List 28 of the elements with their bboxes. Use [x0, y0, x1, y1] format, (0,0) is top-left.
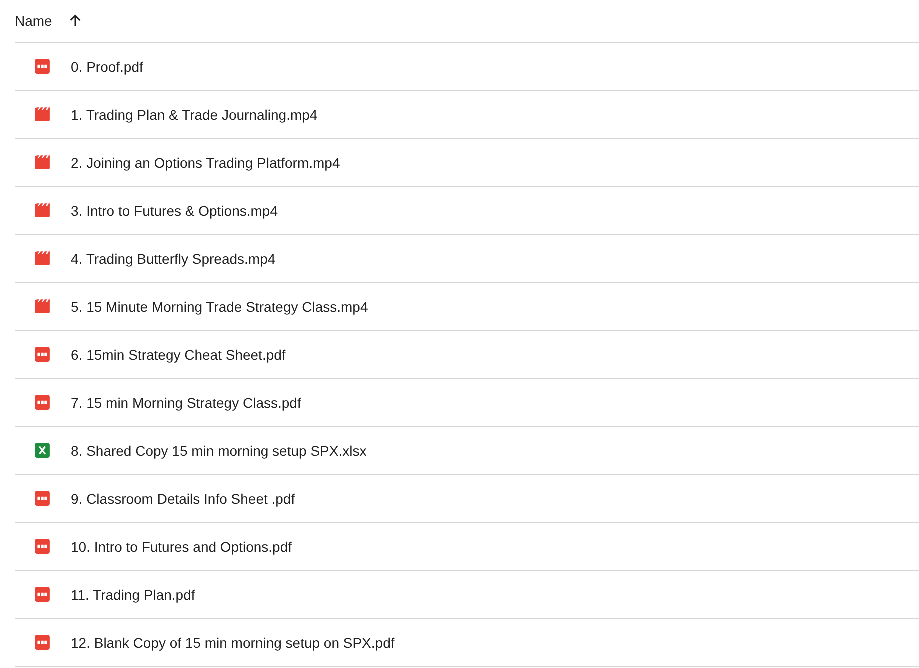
file-name[interactable]: 3. Intro to Futures & Options.mp4: [71, 202, 278, 218]
file-name[interactable]: 2. Joining an Options Trading Platform.mp4: [71, 154, 340, 170]
file-name[interactable]: 9. Classroom Details Info Sheet .pdf: [71, 490, 296, 506]
file-name[interactable]: 10. Intro to Futures and Options.pdf: [71, 538, 292, 554]
document-icon: [34, 634, 51, 651]
clapperboard-icon: [34, 154, 51, 171]
file-name[interactable]: 7. 15 min Morning Strategy Class.pdf: [71, 394, 302, 410]
file-name[interactable]: 6. 15min Strategy Cheat Sheet.pdf: [71, 346, 286, 362]
document-icon: [34, 394, 51, 411]
file-name[interactable]: 11. Trading Plan.pdf: [71, 586, 196, 602]
column-header[interactable]: Name: [15, 13, 52, 29]
clapperboard-icon: [34, 250, 51, 267]
document-icon: [34, 586, 51, 603]
document-icon: [34, 538, 51, 555]
file-name[interactable]: 0. Proof.pdf: [71, 58, 144, 74]
file-name[interactable]: 5. 15 Minute Morning Trade Strategy Class.mp4: [71, 298, 368, 314]
document-icon: [34, 58, 51, 75]
document-icon: [34, 490, 51, 507]
clapperboard-icon: [34, 298, 51, 315]
arrow-up-icon[interactable]: [68, 12, 84, 28]
document-icon: [34, 346, 51, 363]
file-name[interactable]: 8. Shared Copy 15 min morning setup SPX.xlsx: [71, 442, 367, 458]
clapperboard-icon: [34, 106, 51, 123]
clapperboard-icon: [34, 202, 51, 219]
file-name[interactable]: 12. Blank Copy of 15 min morning setup on SPX.pdf: [71, 634, 395, 650]
spreadsheet-icon: [34, 442, 51, 459]
file-name[interactable]: 4. Trading Butterfly Spreads.mp4: [71, 250, 276, 266]
file-name[interactable]: 1. Trading Plan & Trade Journaling.mp4: [71, 106, 318, 122]
